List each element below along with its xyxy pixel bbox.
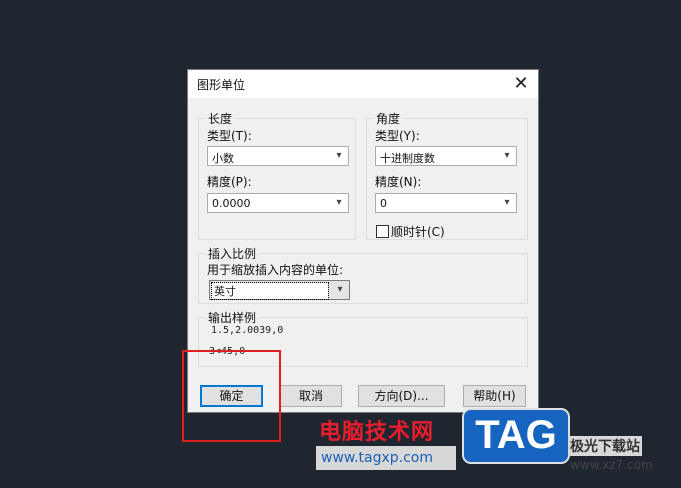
watermark-side-text: 极光下载站	[568, 436, 642, 456]
chevron-down-icon: ▾	[504, 197, 510, 208]
output-sample-group-title: 输出样例	[206, 309, 259, 326]
watermark-url: www.tagxp.com	[316, 446, 456, 470]
length-type-select[interactable]: 小数 ▾	[207, 146, 349, 166]
cancel-button[interactable]: 取消	[280, 385, 342, 407]
length-group: 长度 类型(T): 小数 ▾ 精度(P): 0.0000 ▾	[198, 110, 356, 240]
chevron-down-icon: ▾	[336, 197, 342, 208]
watermark-side-url: www.xz7.com	[570, 458, 653, 472]
length-precision-value: 0.0000	[212, 197, 251, 210]
watermark-logo-text: TAG	[475, 413, 557, 457]
length-type-value: 小数	[212, 152, 234, 165]
watermark-site-name: 电脑技术网	[319, 420, 435, 445]
length-precision-label: 精度(P):	[207, 175, 252, 189]
insert-units-select[interactable]: 英寸 ▾	[209, 280, 350, 300]
dialog-title: 图形单位	[197, 78, 246, 92]
angle-precision-label: 精度(N):	[375, 175, 422, 189]
insert-units-value: 英寸	[211, 282, 329, 300]
close-icon[interactable]: ✕	[510, 73, 532, 95]
angle-precision-value: 0	[380, 197, 387, 210]
angle-type-value: 十进制度数	[380, 152, 435, 165]
insert-scale-group: 插入比例 用于缩放插入内容的单位: 英寸 ▾	[198, 245, 528, 304]
output-sample-line-1: 1.5,2.0039,0	[211, 325, 284, 336]
highlight-box	[182, 350, 281, 442]
chevron-down-icon: ▾	[337, 284, 343, 295]
insert-scale-group-title: 插入比例	[206, 245, 259, 262]
title-bar: 图形单位 ✕	[188, 70, 538, 98]
clockwise-checkbox[interactable]	[376, 225, 389, 238]
watermark-logo: TAG	[462, 408, 570, 464]
length-type-label: 类型(T):	[207, 129, 252, 143]
chevron-down-icon: ▾	[336, 150, 342, 161]
angle-type-label: 类型(Y):	[375, 129, 420, 143]
direction-button[interactable]: 方向(D)...	[358, 385, 445, 407]
angle-type-select[interactable]: 十进制度数 ▾	[375, 146, 517, 166]
chevron-down-icon: ▾	[504, 150, 510, 161]
length-precision-select[interactable]: 0.0000 ▾	[207, 193, 349, 213]
clockwise-label[interactable]: 顺时针(C)	[391, 223, 445, 240]
help-button[interactable]: 帮助(H)	[463, 385, 526, 407]
angle-precision-select[interactable]: 0 ▾	[375, 193, 517, 213]
angle-group-title: 角度	[374, 110, 403, 127]
length-group-title: 长度	[206, 110, 235, 127]
angle-group: 角度 类型(Y): 十进制度数 ▾ 精度(N): 0 ▾ 顺时针(C)	[366, 110, 528, 240]
insert-units-label: 用于缩放插入内容的单位:	[207, 263, 344, 277]
